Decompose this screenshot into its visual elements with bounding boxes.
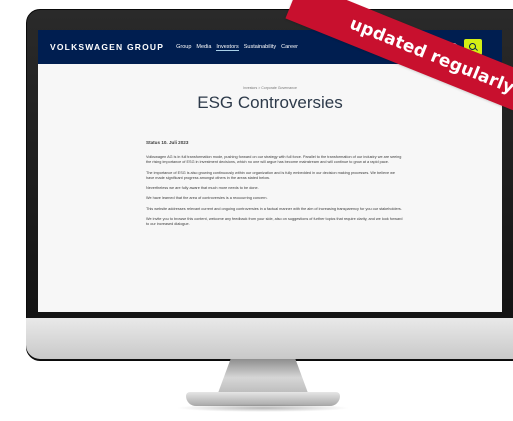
nav-link-investors[interactable]: Investors: [216, 44, 239, 51]
nav-links: Group Media Investors Sustainability Car…: [176, 44, 303, 51]
nav-link-career[interactable]: Career: [281, 44, 298, 51]
paragraph-transparency: This website addresses relevant current …: [146, 206, 402, 211]
monitor-stand: [218, 359, 308, 393]
paragraph-importance: The importance of ESG is also growing co…: [146, 170, 395, 180]
brand-logo[interactable]: VOLKSWAGEN GROUP: [50, 42, 164, 52]
nav-link-sustainability[interactable]: Sustainability: [244, 44, 276, 51]
status-date: Status 10. Juli 2023: [146, 140, 189, 145]
monitor-mockup: VOLKSWAGEN GROUP Group Media Investors S…: [0, 0, 513, 421]
breadcrumb[interactable]: Investors > Corporate Governance: [38, 86, 502, 90]
main-content: Status 10. Juli 2023 Volkswagen AG is in…: [146, 140, 404, 233]
monitor-chin: [26, 318, 513, 359]
paragraph-aware: Nevertheless we are fully aware that muc…: [146, 186, 259, 191]
nav-link-media[interactable]: Media: [196, 44, 211, 51]
paragraph-controversies: We have learned that the area of controv…: [146, 196, 268, 201]
page-title: ESG Controversies: [197, 93, 343, 112]
paragraph-intro: Volkswagen AG is in full transformation …: [146, 155, 402, 165]
paragraph-invite: We invite you to browse this content, we…: [146, 217, 403, 227]
base-shadow: [176, 404, 350, 412]
nav-link-group[interactable]: Group: [176, 44, 191, 51]
